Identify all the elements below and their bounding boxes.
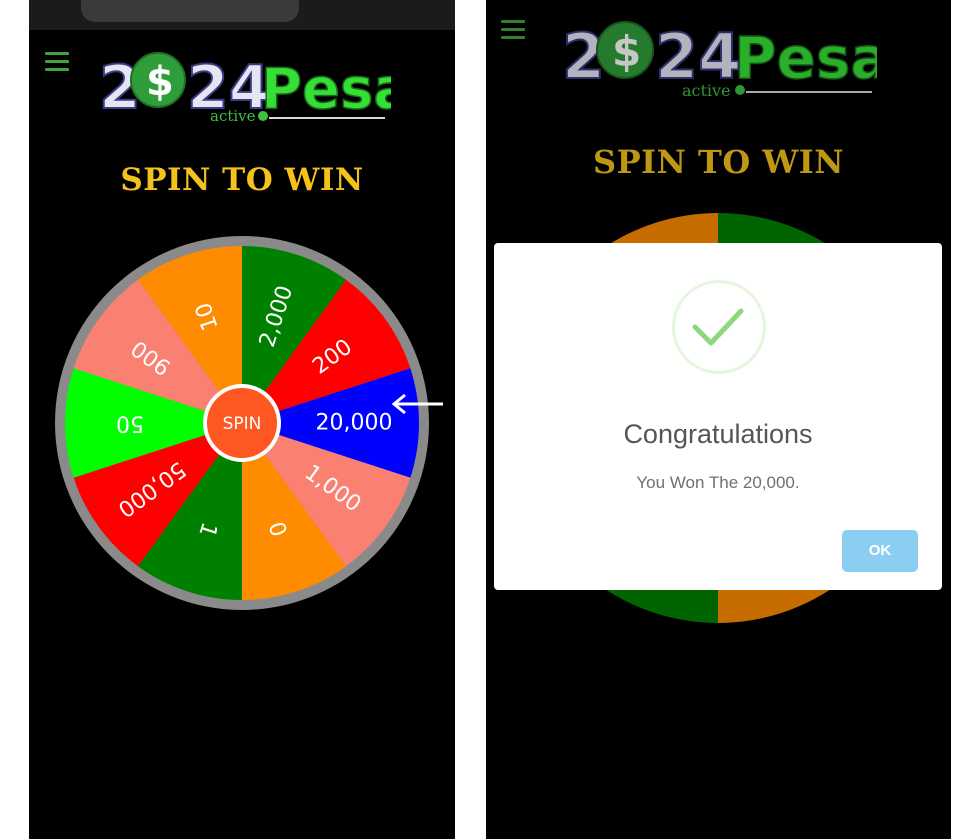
- pointer-arrow-icon: [391, 393, 443, 415]
- result-screen: 2 $ 24 Pesa active SPIN TO WIN Congratul…: [486, 0, 951, 839]
- dollar-sign: $: [146, 59, 174, 105]
- logo-tagline: active: [210, 107, 256, 125]
- page-title: SPIN TO WIN: [120, 162, 364, 198]
- menu-icon[interactable]: [45, 52, 69, 72]
- congratulations-dialog: Congratulations You Won The 20,000. OK: [494, 243, 942, 590]
- address-bar[interactable]: [81, 0, 299, 22]
- wheel-segment-label: 50: [116, 411, 144, 436]
- brand-logo: 2 $ 24 Pesa active: [99, 52, 391, 125]
- wheel-segment-label: 20,000: [316, 411, 393, 436]
- status-bar: [29, 0, 455, 30]
- verified-check-icon: [258, 111, 268, 121]
- wheel-screen: 2 $ 24 Pesa active SPIN TO WIN 2,0002002…: [29, 0, 455, 839]
- success-icon: [672, 280, 766, 374]
- prize-wheel[interactable]: 2,00020020,0001,0000150,0005090010 SPIN: [55, 231, 429, 621]
- dialog-message: You Won The 20,000.: [636, 473, 800, 492]
- checkmark-icon: [692, 308, 744, 346]
- dialog-title: Congratulations: [623, 419, 813, 449]
- ok-button[interactable]: OK: [842, 530, 918, 572]
- spin-button-label: SPIN: [223, 414, 262, 434]
- logo-brand: Pesa: [261, 57, 391, 122]
